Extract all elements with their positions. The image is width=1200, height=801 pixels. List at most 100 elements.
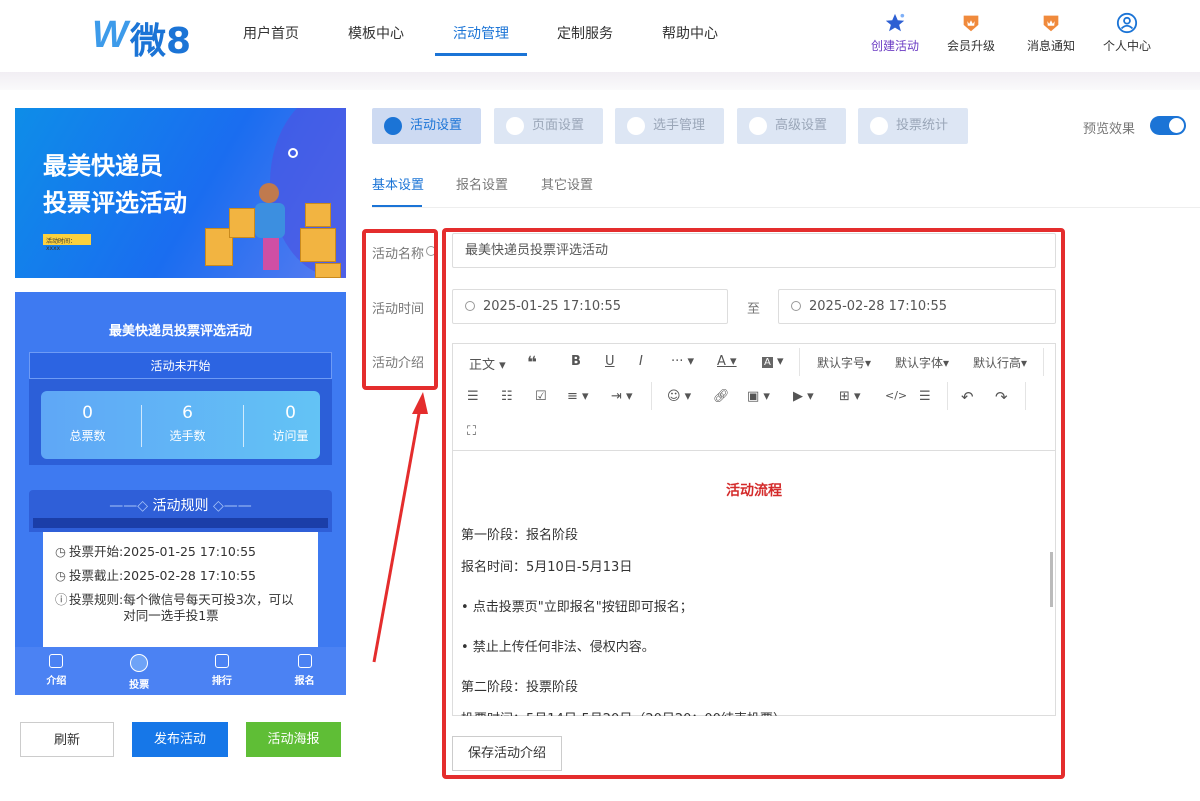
tab-label: 页面设置	[532, 118, 585, 133]
preview-tab-vote[interactable]: 投票	[98, 647, 181, 695]
preview-banner: 最美快递员 投票评选活动 活动时间：xxxx	[15, 108, 346, 278]
banner-title-line1: 最美快递员	[43, 152, 163, 180]
subtab-signup-settings[interactable]: 报名设置	[456, 174, 508, 193]
stats-card: 0 总票数 6 选手数 0 访问量	[41, 391, 320, 459]
stat-total-votes: 0 总票数	[41, 403, 134, 444]
tab-label: 介绍	[46, 676, 67, 687]
subtab-divider	[372, 207, 1200, 208]
tab-label: 报名	[294, 676, 315, 687]
rule-text: 2025-01-25 17:10:55	[123, 544, 256, 559]
preview-tab-intro[interactable]: 介绍	[15, 647, 98, 695]
preview-body: 最美快递员投票评选活动 活动未开始 0 总票数 6 选手数 0 访问量 ——◇ …	[15, 292, 346, 647]
tab-vote-statistics[interactable]: 投票统计	[858, 108, 968, 144]
top-navbar: W 微8 用户首页 模板中心 活动管理 定制服务 帮助中心 创建活动 会员升级 …	[0, 0, 1200, 72]
message-notify-label: 消息通知	[1026, 39, 1075, 53]
rules-header: ——◇ 活动规则 ◇——	[29, 490, 332, 532]
preview-tabbar: 介绍 投票 排行 报名	[15, 647, 346, 695]
tab-label: 排行	[211, 676, 232, 687]
rule-vote-start: ◷ 投票开始: 2025-01-25 17:10:55	[55, 544, 318, 560]
tab-page-settings[interactable]: 页面设置	[494, 108, 603, 144]
logo-text: 微8	[130, 21, 192, 62]
stat-value: 6	[182, 403, 193, 423]
rule-label: 投票规则:	[69, 592, 124, 607]
stat-label: 选手数	[169, 429, 206, 443]
chart-icon	[214, 654, 229, 668]
parcel-icon	[305, 203, 331, 227]
tab-contestant-management[interactable]: 选手管理	[615, 108, 724, 144]
vote-icon	[130, 654, 149, 672]
crown-badge-icon	[963, 15, 979, 32]
nav-user-home[interactable]: 用户首页	[243, 23, 299, 43]
rule-vote-rule: ⓘ 投票规则: 每个微信号每天可投3次，可以对同一选手投1票	[55, 592, 318, 624]
banner-title-line2: 投票评选活动	[43, 189, 187, 217]
rules-list: ◷ 投票开始: 2025-01-25 17:10:55 ◷ 投票截止: 2025-02-…	[43, 532, 318, 647]
tab-label: 投票	[129, 680, 150, 691]
clock-icon: ◷	[55, 568, 66, 583]
toggle-knob	[1169, 118, 1184, 133]
tab-label: 活动设置	[410, 118, 463, 133]
create-activity-label: 创建活动	[870, 39, 919, 53]
subtab-other-settings[interactable]: 其它设置	[541, 174, 593, 193]
rule-label: 投票开始:	[69, 544, 124, 559]
subtab-basic-settings[interactable]: 基本设置	[372, 174, 424, 193]
stat-label: 访问量	[272, 429, 309, 443]
stats-panel: 0 总票数 6 选手数 0 访问量	[29, 379, 332, 465]
preview-tab-signup[interactable]: 报名	[263, 647, 346, 695]
preview-effect-label: 预览效果	[1083, 122, 1136, 137]
clock-icon: ◷	[55, 544, 66, 559]
rule-label: 投票截止:	[69, 568, 124, 583]
tab-label: 选手管理	[653, 118, 706, 133]
preview-activity-title: 最美快递员投票评选活动	[108, 324, 252, 339]
annotation-arrow-icon	[372, 392, 428, 663]
courier-legs-icon	[263, 238, 279, 270]
nav-activity-management[interactable]: 活动管理	[453, 23, 509, 43]
publish-activity-button[interactable]: 发布活动	[132, 722, 228, 757]
parcel-icon	[315, 263, 341, 278]
rule-vote-end: ◷ 投票截止: 2025-02-28 17:10:55	[55, 568, 318, 584]
statistics-icon	[870, 117, 888, 135]
activity-poster-button[interactable]: 活动海报	[246, 722, 341, 757]
personal-center-label: 个人中心	[1102, 39, 1151, 53]
member-upgrade-label: 会员升级	[946, 39, 995, 53]
tab-advanced-settings[interactable]: 高级设置	[737, 108, 846, 144]
stat-label: 总票数	[69, 429, 106, 443]
create-activity-button[interactable]: 创建活动	[860, 12, 930, 54]
activity-status: 活动未开始	[29, 352, 332, 379]
nav-help-center[interactable]: 帮助中心	[662, 23, 718, 43]
star-icon	[885, 13, 905, 32]
message-notify-button[interactable]: 消息通知	[1016, 12, 1086, 54]
personal-center-button[interactable]: 个人中心	[1092, 12, 1162, 54]
preview-effect-toggle[interactable]	[1150, 116, 1186, 135]
fields-highlight-box	[442, 228, 1065, 779]
rule-text: 每个微信号每天可投3次，可以对同一选手投1票	[123, 592, 294, 623]
user-icon	[627, 117, 645, 135]
nav-template-center[interactable]: 模板中心	[348, 23, 404, 43]
preview-tab-ranking[interactable]: 排行	[181, 647, 264, 695]
member-upgrade-button[interactable]: 会员升级	[936, 12, 1006, 54]
message-badge-icon	[1043, 15, 1059, 32]
logo-mark: W	[92, 14, 128, 56]
page-icon	[506, 117, 524, 135]
stat-visits: 0 访问量	[244, 403, 337, 444]
refresh-button[interactable]: 刷新	[20, 722, 114, 757]
user-circle-icon	[1116, 12, 1138, 34]
bubble-icon	[288, 148, 298, 158]
labels-highlight-box	[362, 229, 438, 390]
parcel-icon	[300, 228, 336, 262]
courier-head-icon	[259, 183, 279, 203]
courier-body-icon	[255, 203, 285, 238]
tab-activity-settings[interactable]: 活动设置	[372, 108, 481, 144]
info-icon: ⓘ	[55, 592, 68, 607]
tab-label: 投票统计	[896, 118, 949, 133]
rule-text: 2025-02-28 17:10:55	[123, 568, 256, 583]
nav-custom-service[interactable]: 定制服务	[557, 23, 613, 43]
logo[interactable]: W 微8	[92, 12, 192, 62]
stat-value: 0	[82, 403, 93, 423]
heart-icon	[384, 117, 402, 135]
rules-header-bar	[33, 518, 328, 528]
rules-title: 活动规则	[152, 498, 209, 514]
document-icon	[49, 654, 64, 668]
tab-label: 高级设置	[775, 118, 828, 133]
stat-contestants: 6 选手数	[141, 403, 234, 444]
stat-value: 0	[285, 403, 296, 423]
